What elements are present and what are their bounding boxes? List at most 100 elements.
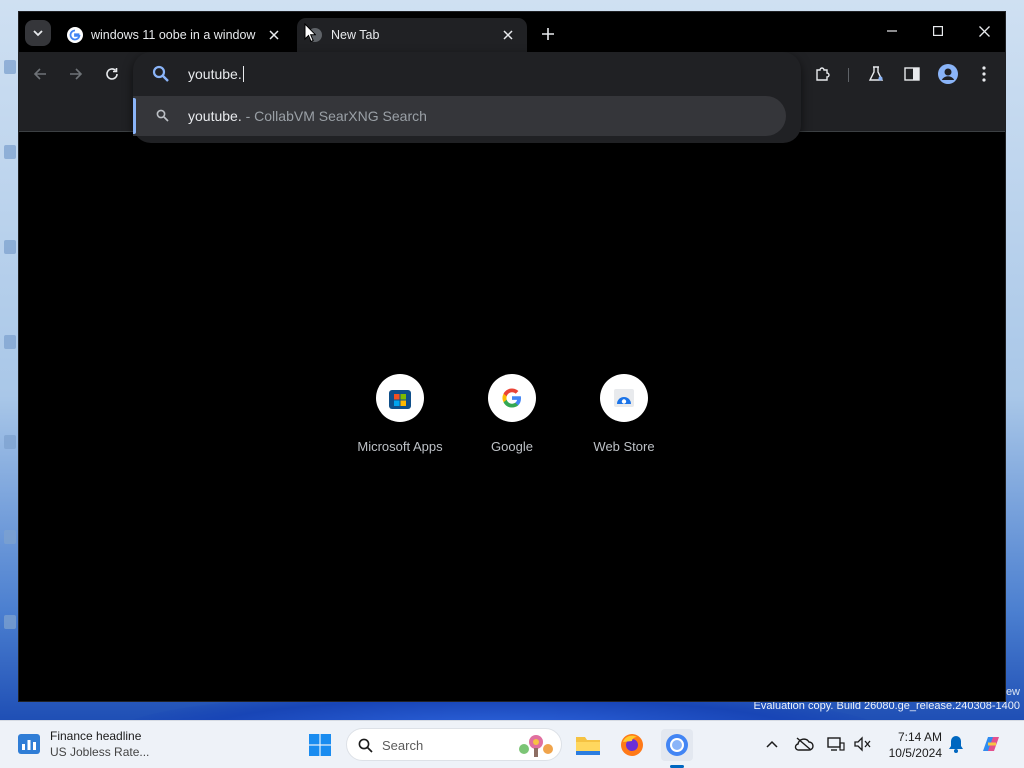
onedrive-status-button[interactable] [793, 733, 815, 755]
shortcut-microsoft-apps[interactable]: Microsoft Apps [344, 374, 456, 454]
minimize-button[interactable] [869, 18, 915, 44]
google-g-icon [67, 27, 83, 43]
more-vertical-icon [982, 66, 986, 82]
taskbar: Finance headline US Jobless Rate... Sear… [0, 720, 1024, 768]
maximize-button[interactable] [915, 18, 961, 44]
desktop-icon[interactable] [4, 435, 16, 449]
shortcut-tile [488, 374, 536, 422]
search-label: Search [382, 738, 424, 753]
arrow-left-icon [33, 68, 46, 80]
labs-button[interactable] [864, 62, 888, 86]
clock-time: 7:14 AM [897, 730, 942, 744]
close-icon [978, 25, 990, 37]
mouse-cursor-icon [304, 23, 316, 43]
folder-icon [576, 737, 600, 755]
menu-button[interactable] [972, 62, 996, 86]
new-tab-button[interactable] [537, 23, 559, 45]
tab-strip: windows 11 oobe in a window New Tab [19, 12, 1005, 52]
chrome-icon [666, 734, 688, 756]
shortcut-label: Web Store [593, 439, 655, 454]
shortcut-google[interactable]: Google [456, 374, 568, 454]
desktop-icon[interactable] [4, 530, 16, 544]
chevron-up-icon [766, 740, 778, 748]
back-button[interactable] [28, 62, 52, 86]
cloud-offline-icon [794, 737, 814, 751]
omnibox-dropdown: youtube. youtube. - CollabVM SearXNG Sea… [133, 52, 801, 143]
desktop-icon[interactable] [4, 145, 16, 159]
suggestion-description: - CollabVM SearXNG Search [241, 108, 427, 124]
suggestion-main: youtube. [188, 108, 242, 124]
watermark-line1: ew [1005, 686, 1020, 698]
widgets-button[interactable]: Finance headline US Jobless Rate... [18, 729, 149, 759]
address-input-value: youtube. [188, 66, 242, 82]
selection-indicator [133, 98, 136, 134]
arrow-right-icon [70, 68, 83, 80]
close-icon[interactable] [499, 26, 517, 44]
puzzle-icon [816, 67, 830, 81]
taskbar-search[interactable]: Search [346, 728, 562, 761]
address-bar[interactable]: youtube. [133, 52, 801, 96]
reload-button[interactable] [100, 62, 124, 86]
search-highlight-icon [519, 735, 553, 757]
shortcut-label: Google [491, 439, 533, 454]
desktop-icon[interactable] [4, 240, 16, 254]
widget-title: Finance headline [50, 729, 142, 743]
shortcut-tile [600, 374, 648, 422]
reload-icon [106, 68, 118, 80]
desktop-icon[interactable] [4, 335, 16, 349]
shortcut-label: Microsoft Apps [357, 439, 443, 454]
network-button[interactable] [825, 733, 847, 755]
shortcut-tile [376, 374, 424, 422]
start-button[interactable] [304, 729, 336, 761]
tab-windows-11-oobe[interactable]: windows 11 oobe in a window [57, 18, 293, 52]
speaker-muted-icon [854, 736, 871, 752]
tab-title: New Tab [331, 28, 380, 42]
system-clock[interactable]: 7:14 AM 10/5/2024 [882, 729, 942, 761]
tab-title: windows 11 oobe in a window [91, 28, 256, 42]
network-icon [827, 737, 845, 751]
avatar-icon [938, 64, 958, 84]
search-icon [152, 65, 169, 82]
firefox-button[interactable] [616, 729, 648, 761]
minimize-icon [887, 30, 897, 32]
toolbar-separator [848, 68, 849, 82]
google-g-icon [502, 388, 521, 408]
chrome-button[interactable] [661, 729, 693, 761]
profile-button[interactable] [936, 62, 960, 86]
text-caret [242, 66, 244, 82]
tab-new-tab[interactable]: New Tab [297, 18, 527, 52]
chevron-down-icon [33, 30, 43, 37]
flask-icon [868, 66, 884, 81]
desktop-icon[interactable] [4, 615, 16, 629]
search-icon [156, 109, 169, 122]
shortcut-web-store[interactable]: Web Store [568, 374, 680, 454]
file-explorer-button[interactable] [572, 729, 604, 761]
search-icon [358, 738, 373, 753]
side-panel-button[interactable] [900, 62, 924, 86]
notifications-button[interactable] [945, 733, 967, 755]
windows-logo-icon [309, 734, 331, 756]
show-hidden-icons-button[interactable] [761, 733, 783, 755]
microsoft-store-icon [389, 390, 411, 409]
clock-date: 10/5/2024 [888, 746, 942, 760]
plus-icon [542, 28, 554, 40]
maximize-icon [933, 26, 943, 36]
volume-button[interactable] [851, 733, 873, 755]
finance-chart-icon [18, 734, 40, 754]
copilot-button[interactable] [980, 733, 1002, 755]
bell-icon [949, 736, 963, 753]
widget-subtitle: US Jobless Rate... [50, 745, 150, 759]
close-window-button[interactable] [961, 18, 1007, 44]
side-panel-icon [904, 67, 920, 81]
forward-button[interactable] [64, 62, 88, 86]
close-icon[interactable] [265, 26, 283, 44]
web-store-icon [614, 389, 634, 407]
suggestion-text: youtube. - CollabVM SearXNG Search [188, 108, 427, 124]
copilot-icon [983, 737, 999, 751]
extensions-button[interactable] [811, 62, 835, 86]
omnibox-suggestion[interactable]: youtube. - CollabVM SearXNG Search [133, 96, 786, 136]
firefox-icon [621, 734, 643, 756]
address-input[interactable]: youtube. [188, 66, 244, 82]
desktop-icon[interactable] [4, 60, 16, 74]
tab-search-button[interactable] [25, 20, 51, 46]
